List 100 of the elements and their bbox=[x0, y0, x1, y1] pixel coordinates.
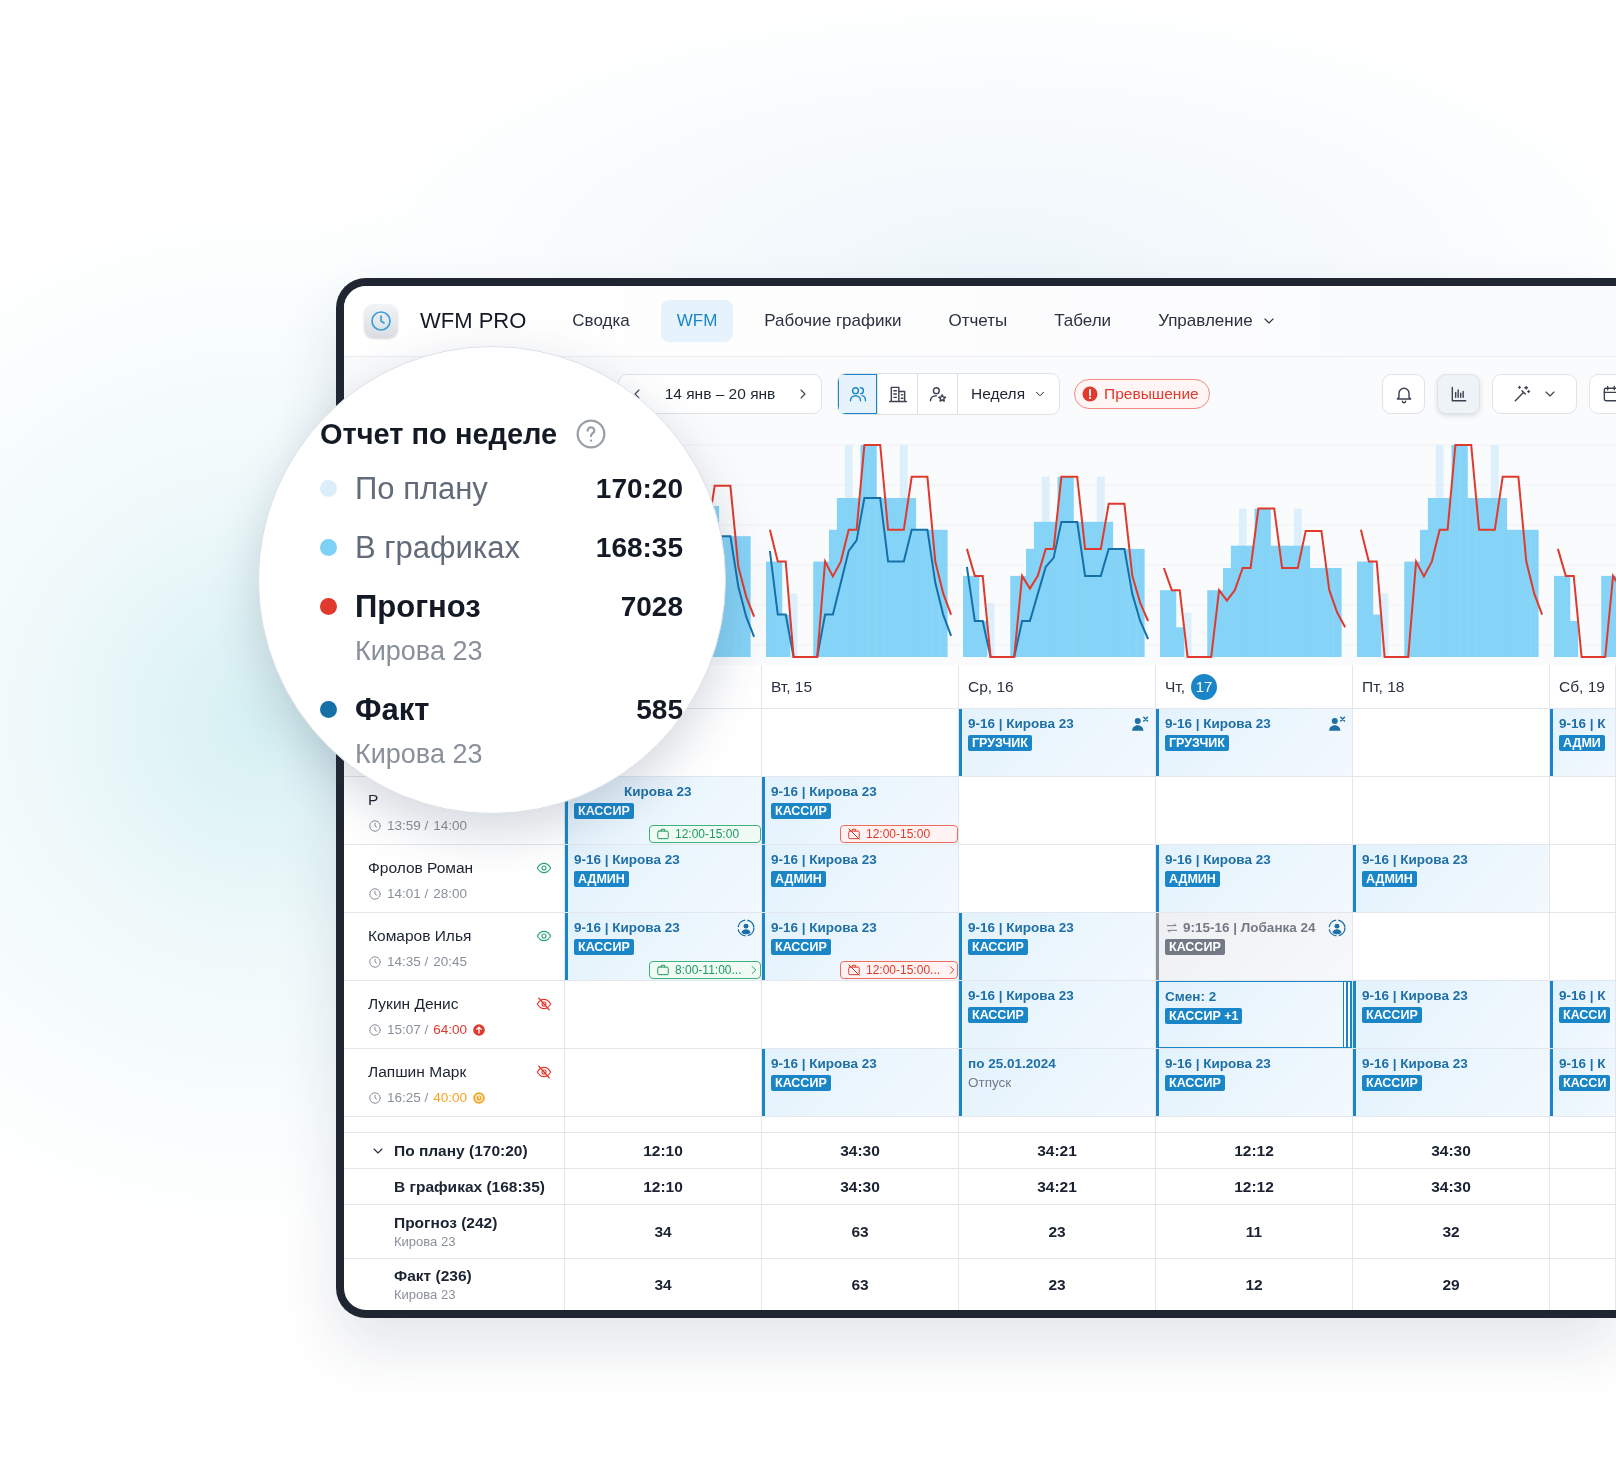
employee-name: Лукин Денис bbox=[368, 995, 459, 1013]
shift-title: 9-16 | Кирова 23 bbox=[968, 988, 1074, 1003]
shift-card[interactable]: 9-16 | Кирова 23 АДМИН bbox=[1353, 845, 1549, 912]
break-tag[interactable]: 8:00-11:00... bbox=[649, 961, 761, 979]
summary-value: 34:30 bbox=[1431, 1177, 1471, 1196]
absence-date: по 25.01.2024 bbox=[968, 1056, 1056, 1071]
absence-card[interactable]: по 25.01.2024 Отпуск bbox=[959, 1049, 1155, 1116]
work-hours: 28:00 bbox=[433, 886, 468, 901]
shift-title: 9-16 | Кирова 23 bbox=[771, 920, 877, 935]
summary-value: 12:12 bbox=[1234, 1177, 1274, 1196]
summary-value: 11 bbox=[1245, 1222, 1263, 1241]
employee-name: Лапшин Марк bbox=[368, 1063, 467, 1081]
summary-value: 63 bbox=[851, 1222, 869, 1241]
summary-value: 63 bbox=[851, 1275, 869, 1294]
work-time: 14:35 / bbox=[387, 954, 429, 969]
legend-location: Кирова 23 bbox=[355, 738, 484, 771]
role-badge: КАССИР bbox=[771, 939, 831, 955]
day-header: Ср, 16 bbox=[968, 677, 1014, 696]
break-tag[interactable]: 12:00-15:00 bbox=[649, 825, 761, 843]
summary-value: 12:10 bbox=[643, 1141, 683, 1160]
role-badge: ГРУЗЧИК bbox=[968, 735, 1032, 751]
role-badge: КАССИР bbox=[968, 939, 1028, 955]
legend-value: 7028 bbox=[620, 590, 683, 624]
break-tag[interactable]: 12:00-15:00... bbox=[840, 961, 958, 979]
shift-title: 9-16 | Кирова 23 bbox=[574, 852, 680, 867]
role-badge: КАССИР bbox=[771, 1075, 831, 1091]
shift-card[interactable]: 9-16 | Кирова 23 АДМИН bbox=[1156, 845, 1352, 912]
summary-label: Прогноз (242) bbox=[394, 1214, 498, 1232]
legend-label: По плану bbox=[355, 470, 489, 508]
work-time: 16:25 / bbox=[387, 1090, 429, 1105]
shift-title: 9-16 | Кирова 23 bbox=[1165, 852, 1271, 867]
nav-tab[interactable]: WFM bbox=[660, 300, 734, 342]
shift-card[interactable]: 9-16 | Кирова 23 АДМИН bbox=[565, 845, 761, 912]
employee-name: Р bbox=[368, 791, 379, 809]
nav-tab[interactable]: Табели bbox=[1038, 300, 1128, 342]
warning-chip[interactable]: Превышение bbox=[1074, 379, 1210, 409]
shift-card[interactable]: 9-16 | К КАССИ bbox=[1550, 981, 1615, 1048]
shift-title: 9-16 | Кирова 23 bbox=[771, 852, 877, 867]
role-badge: КАССИР +1 bbox=[1165, 1008, 1243, 1024]
shift-title: 9-16 | Кирова 23 bbox=[1362, 852, 1468, 867]
summary-value: 34:21 bbox=[1037, 1141, 1077, 1160]
shift-title: 9-16 | Кирова 23 bbox=[968, 716, 1074, 731]
absence-type: Отпуск bbox=[968, 1075, 1012, 1090]
period-dropdown[interactable]: Неделя bbox=[958, 374, 1060, 414]
shift-card[interactable]: 9-16 | Кирова 23 КАССИР bbox=[959, 913, 1155, 980]
role-badge: КАССИР bbox=[771, 803, 831, 819]
shift-card[interactable]: 9-16 | К КАССИ bbox=[1550, 1049, 1615, 1116]
role-badge: АДМИН bbox=[1362, 871, 1417, 887]
shift-card[interactable]: 9-16 | Кирова 23 КАССИР bbox=[1156, 1049, 1352, 1116]
shift-title: 9-16 | Кирова 23 bbox=[771, 784, 877, 799]
shift-card[interactable]: 9-16 | Кирова 23 КАССИР bbox=[1353, 981, 1549, 1048]
role-badge: КАССИР bbox=[1362, 1075, 1422, 1091]
shift-card[interactable]: 9-16 | Кирова 23 КАССИР 12:00-15:00... bbox=[762, 913, 958, 980]
work-hours: 40:00 bbox=[433, 1090, 468, 1105]
shift-title: 9-16 | Кирова 23 bbox=[771, 1056, 877, 1071]
day-header: Вт, 15 bbox=[771, 677, 813, 696]
role-badge: КАССИ bbox=[1559, 1075, 1611, 1091]
role-badge: КАССИР bbox=[1165, 939, 1225, 955]
shift-title: 9-16 | К bbox=[1559, 1056, 1606, 1071]
break-tag[interactable]: 12:00-15:00 bbox=[840, 825, 958, 843]
role-badge: КАССИР bbox=[574, 803, 634, 819]
summary-value: 34:30 bbox=[840, 1177, 880, 1196]
shift-card[interactable]: 9-16 | Кирова 23 КАССИР bbox=[1353, 1049, 1549, 1116]
summary-label: В графиках (168:35) bbox=[394, 1177, 546, 1196]
day-header: Пт, 18 bbox=[1362, 677, 1405, 696]
role-badge: КАССИР bbox=[1362, 1007, 1422, 1023]
shift-card[interactable]: 9-16 | Кирова 23 АДМИН bbox=[762, 845, 958, 912]
summary-value: 34 bbox=[654, 1222, 672, 1241]
legend-label: В графиках bbox=[355, 529, 521, 567]
shift-title: 9-16 | Кирова 23 bbox=[1362, 988, 1468, 1003]
shift-card[interactable]: 9-16 | Кирова 23 ГРУЗЧИК bbox=[959, 709, 1155, 776]
summary-label: По плану (170:20) bbox=[394, 1141, 528, 1160]
shift-card[interactable]: 9-16 | Кирова 23 КАССИР bbox=[762, 1049, 958, 1116]
shift-card[interactable]: Кирова 23 КАССИР 12:00-15:00 bbox=[565, 777, 761, 844]
shift-title: 9-16 | Кирова 23 bbox=[1165, 716, 1271, 731]
legend-location: Кирова 23 bbox=[355, 635, 484, 668]
work-hours: 64:00 bbox=[433, 1022, 468, 1037]
summary-value: 12:10 bbox=[643, 1177, 683, 1196]
summary-value: 34:21 bbox=[1037, 1177, 1077, 1196]
shift-card[interactable]: 9-16 | К АДМИ bbox=[1550, 709, 1615, 776]
role-badge: КАССИР bbox=[574, 939, 634, 955]
summary-value: 23 bbox=[1048, 1275, 1066, 1294]
role-badge: АДМИН bbox=[771, 871, 826, 887]
nav-tab[interactable]: Управление bbox=[1142, 300, 1293, 342]
nav-tab[interactable]: Сводка bbox=[556, 300, 646, 342]
nav-tab[interactable]: Рабочие графики bbox=[748, 300, 918, 342]
shift-card[interactable]: 9-16 | Кирова 23 КАССИР bbox=[959, 981, 1155, 1048]
shift-card[interactable]: 9-16 | Кирова 23 КАССИР 8:00-11:00... bbox=[565, 913, 761, 980]
shift-card[interactable]: 9-16 | Кирова 23 ГРУЗЧИК bbox=[1156, 709, 1352, 776]
shift-title: 9-16 | Кирова 23 bbox=[574, 920, 680, 935]
work-time: 14:01 / bbox=[387, 886, 429, 901]
role-badge: КАССИР bbox=[1165, 1075, 1225, 1091]
shift-card[interactable]: 9:15-16 | Лобанка 24 КАССИР bbox=[1156, 913, 1352, 980]
shift-title: 9-16 | Кирова 23 bbox=[968, 920, 1074, 935]
nav-tab[interactable]: Отчеты bbox=[932, 300, 1024, 342]
shift-card[interactable]: 9-16 | Кирова 23 КАССИР 12:00-15:00 bbox=[762, 777, 958, 844]
shift-title: 9-16 | К bbox=[1559, 716, 1606, 731]
report-title: Отчет по неделе bbox=[320, 417, 558, 451]
legend-label: Прогноз bbox=[355, 588, 482, 626]
role-badge: АДМИН bbox=[1165, 871, 1220, 887]
